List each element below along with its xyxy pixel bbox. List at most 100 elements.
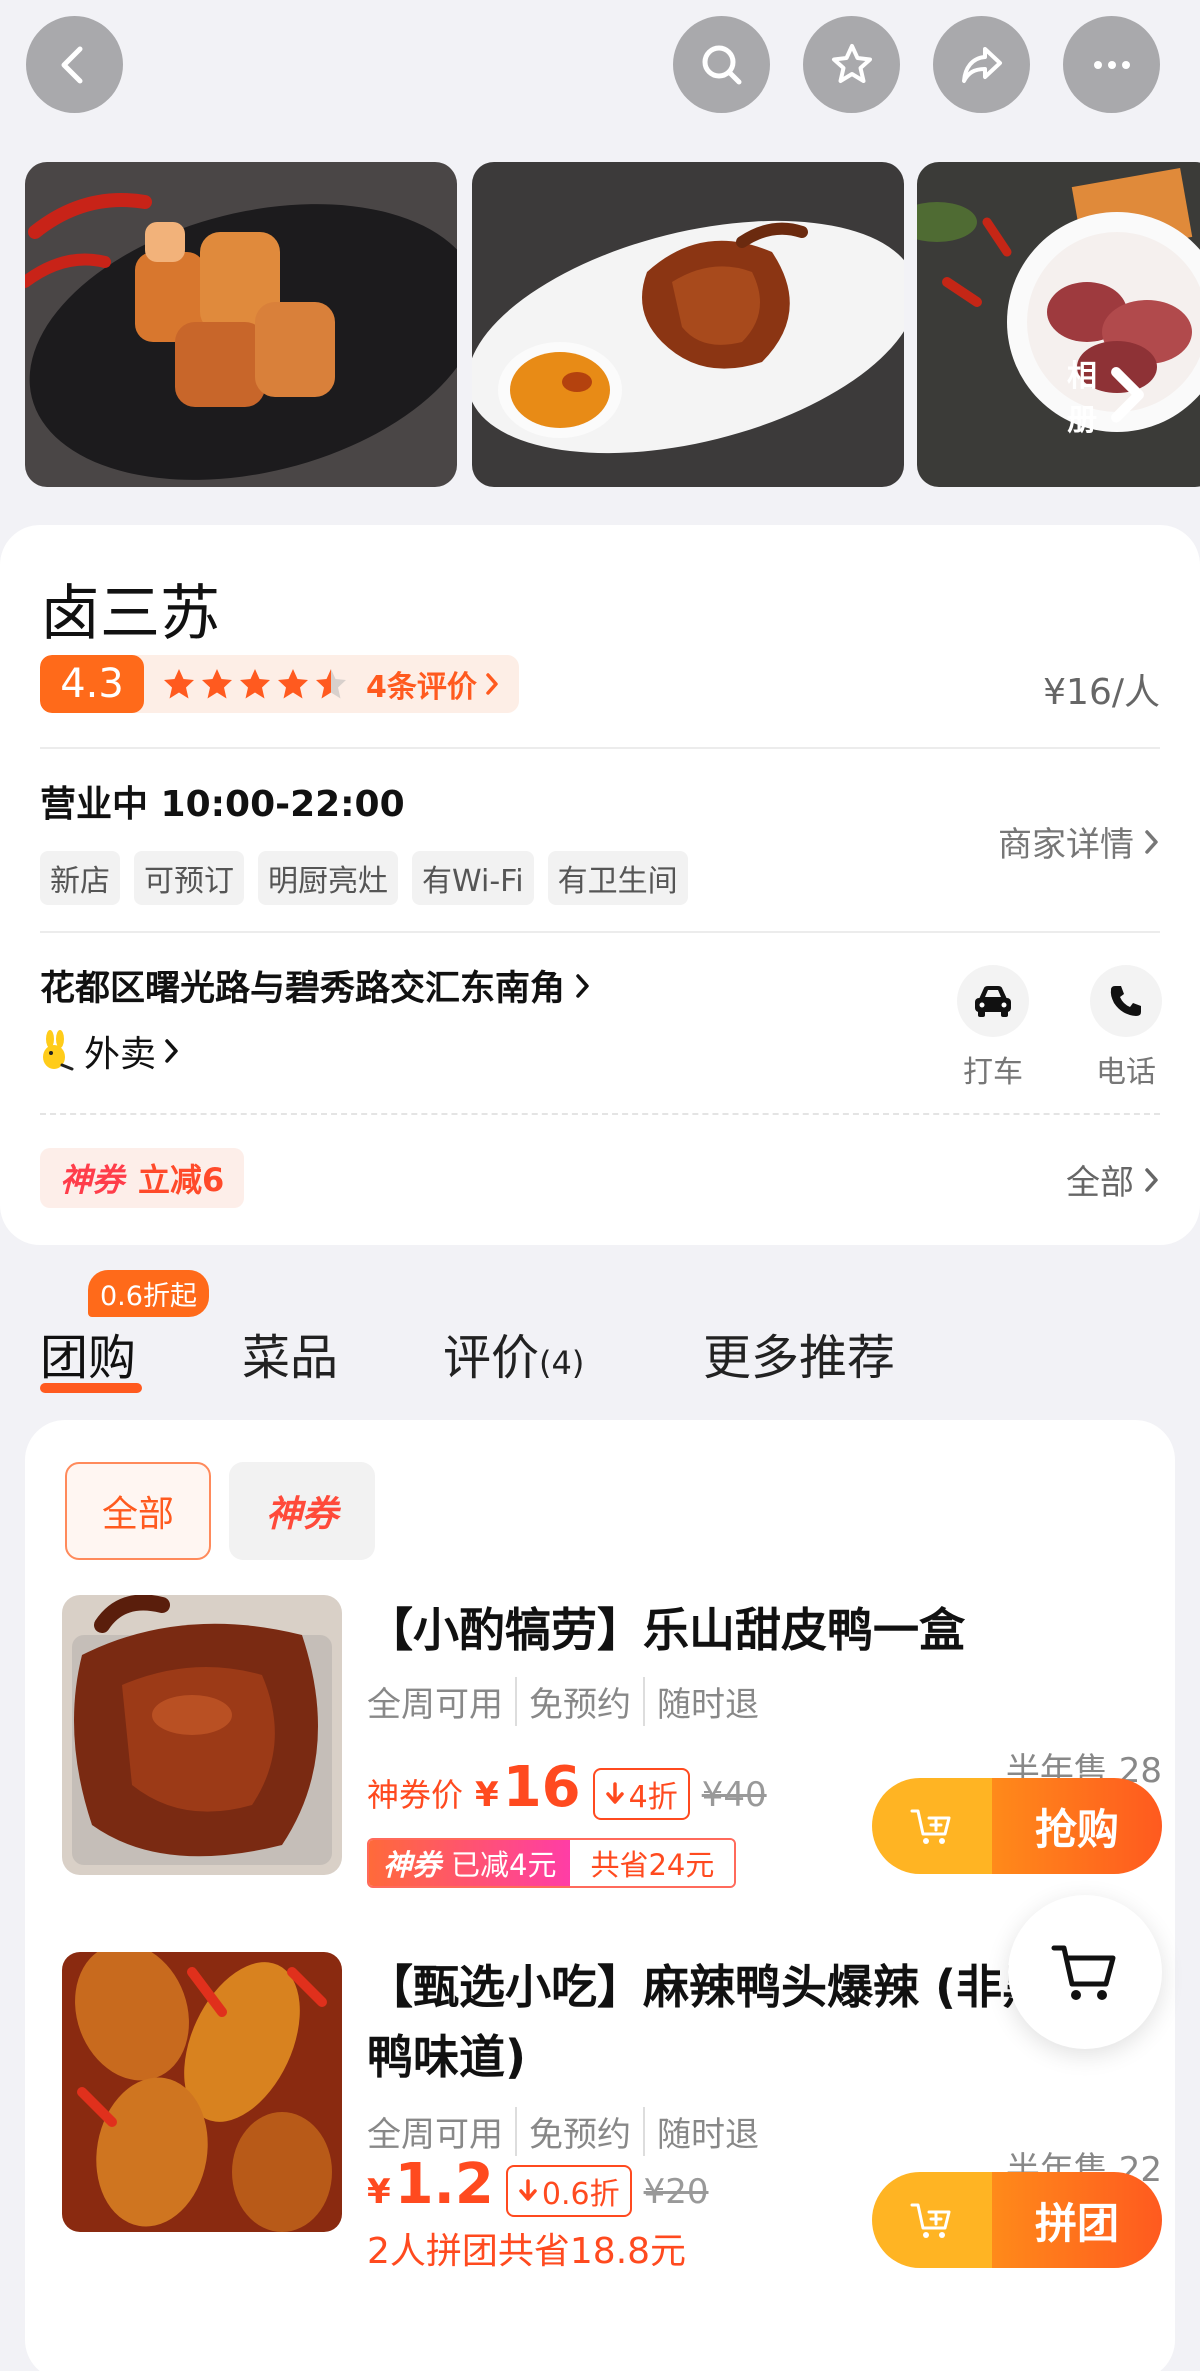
saving-reduced: 已减4元 — [451, 1848, 557, 1882]
saving-left: 神券 已减4元 — [369, 1840, 571, 1886]
deal-attributes: 全周可用 免预约 随时退 — [367, 2107, 759, 2156]
gallery-photo[interactable] — [472, 162, 904, 487]
address-text: 花都区曙光路与碧秀路交汇东南角 — [40, 969, 566, 1009]
price-amount: 16 — [502, 1755, 581, 1820]
tab-reviews[interactable]: 评价(4) — [443, 1318, 584, 1388]
star-icon — [316, 669, 346, 699]
chevron-right-icon — [486, 673, 498, 695]
chevron-right-icon — [1145, 829, 1158, 854]
discount-chip: 0.6折 — [505, 2165, 632, 2217]
chevron-right-icon — [1110, 367, 1144, 423]
filter-coupon[interactable]: 神券 — [229, 1462, 375, 1560]
food-photo-pork — [25, 162, 457, 487]
divider — [40, 1113, 1160, 1115]
feature-tag: 有卫生间 — [547, 851, 688, 905]
takeout-link[interactable]: 外卖 — [36, 1025, 180, 1077]
price-value: ¥16 — [475, 1755, 581, 1820]
arrow-down-icon — [519, 2179, 537, 2201]
discount-chip: 4折 — [592, 1768, 690, 1820]
food-photo-duck — [472, 162, 904, 487]
deal-attr: 全周可用 — [367, 2115, 503, 2155]
saving-brand: 神券 — [383, 1848, 442, 1882]
star-icon — [164, 669, 194, 699]
merchant-detail-label: 商家详情 — [998, 825, 1134, 865]
price-amount: 1.2 — [394, 2152, 494, 2217]
back-button[interactable] — [26, 16, 123, 113]
phone-label: 电话 — [1096, 1055, 1156, 1090]
tab-count: (4) — [539, 1344, 585, 1382]
tab-dishes[interactable]: 菜品 — [242, 1318, 338, 1388]
phone-icon — [1110, 986, 1141, 1016]
deal-attr: 随时退 — [643, 1677, 759, 1726]
cart-part — [872, 1778, 992, 1874]
search-button[interactable] — [673, 16, 770, 113]
deal-item[interactable]: 【甄选小吃】麻辣鸭头爆辣 (非黑鸭味道) 全周可用 免预约 随时退 半年售 22… — [62, 1952, 1162, 2272]
deal-image — [62, 1595, 342, 1875]
duck-head-photo — [62, 1952, 342, 2232]
all-coupons-link[interactable]: 全部 — [1066, 1155, 1160, 1204]
deal-attr: 免预约 — [515, 1677, 631, 1726]
review-link[interactable]: 4条评价 — [366, 662, 499, 706]
share-icon — [961, 46, 1002, 83]
phone-button[interactable]: 电话 — [1081, 965, 1171, 1091]
average-price: ¥16/人 — [1043, 672, 1160, 713]
feature-tags: 新店 可预订 明厨亮灶 有Wi-Fi 有卫生间 — [40, 851, 688, 905]
rating-score: 4.3 — [40, 655, 144, 713]
tab-label: 更多推荐 — [703, 1330, 896, 1386]
feature-tag: 有Wi-Fi — [412, 851, 534, 905]
cart-part — [872, 2172, 992, 2268]
star-outline-icon — [831, 43, 872, 83]
tab-more[interactable]: 更多推荐 — [703, 1318, 895, 1388]
deal-item[interactable]: 【小酌犒劳】乐山甜皮鸭一盒 全周可用 免预约 随时退 半年售 28 神券价 ¥1… — [62, 1595, 1162, 1888]
more-dots-icon — [1093, 60, 1130, 69]
filter-all[interactable]: 全部 — [65, 1462, 211, 1560]
all-coupons-label: 全部 — [1066, 1163, 1134, 1203]
feature-tag: 新店 — [40, 851, 120, 905]
coupon-chip[interactable]: 神券 立减6 — [40, 1148, 245, 1208]
cart-add-icon — [910, 1809, 951, 1844]
deal-attributes: 全周可用 免预约 随时退 — [367, 1677, 759, 1726]
tab-label: 菜品 — [242, 1330, 339, 1386]
chevron-right-icon — [165, 1039, 178, 1063]
food-photo-gizzard — [917, 162, 1200, 487]
price-row: 神券价 ¥16 4折 ¥40 — [367, 1755, 767, 1820]
album-label: 相册 — [1067, 359, 1097, 438]
star-icon — [240, 669, 270, 699]
search-icon — [702, 45, 741, 84]
tab-label: 团购 — [40, 1330, 137, 1386]
share-button[interactable] — [933, 16, 1030, 113]
tab-label: 评价 — [443, 1330, 540, 1386]
album-link[interactable]: 相册 — [1067, 351, 1151, 439]
deal-attr: 免预约 — [515, 2107, 631, 2156]
group-save-text: 2人拼团共省18.8元 — [367, 2231, 687, 2272]
divider — [40, 747, 1160, 749]
duck-photo — [62, 1595, 342, 1875]
taxi-icon-wrap — [957, 965, 1029, 1037]
gallery-photo[interactable]: 相册 — [917, 162, 1200, 487]
group-buy-button[interactable]: 拼团 — [872, 2172, 1162, 2268]
rating-summary[interactable]: 4.3 4条评价 — [40, 655, 519, 713]
car-icon — [975, 986, 1011, 1017]
original-price: ¥20 — [643, 2172, 709, 2212]
favorite-button[interactable] — [803, 16, 900, 113]
floating-cart-button[interactable] — [1008, 1895, 1162, 2049]
coupon-amount: 立减6 — [138, 1161, 225, 1199]
section-tabs: 0.6折起 团购 菜品 评价(4) 更多推荐 — [0, 1270, 1200, 1400]
deals-panel: 全部 神券 【小酌犒劳】乐山甜皮鸭一盒 全周可用 免预约 随时退 半年售 28 … — [25, 1420, 1175, 2371]
more-button[interactable] — [1063, 16, 1160, 113]
merchant-detail-link[interactable]: 商家详情 — [998, 817, 1160, 866]
deal-title: 【小酌犒劳】乐山甜皮鸭一盒 — [367, 1603, 965, 1657]
taxi-button[interactable]: 打车 — [948, 965, 1038, 1091]
tab-group-buy[interactable]: 团购 — [40, 1318, 136, 1388]
buy-button[interactable]: 抢购 — [872, 1778, 1162, 1874]
discount-text: 4折 — [628, 1780, 678, 1815]
gallery-photo[interactable] — [25, 162, 457, 487]
address-link[interactable]: 花都区曙光路与碧秀路交汇东南角 — [40, 960, 591, 1011]
kangaroo-icon — [43, 1030, 74, 1071]
takeout-label: 外卖 — [84, 1034, 157, 1075]
saving-bar: 神券 已减4元 共省24元 — [367, 1838, 737, 1888]
photo-gallery[interactable]: 相册 — [25, 162, 1200, 487]
divider — [40, 931, 1160, 933]
cart-add-icon — [910, 2203, 951, 2238]
taxi-label: 打车 — [963, 1055, 1023, 1090]
